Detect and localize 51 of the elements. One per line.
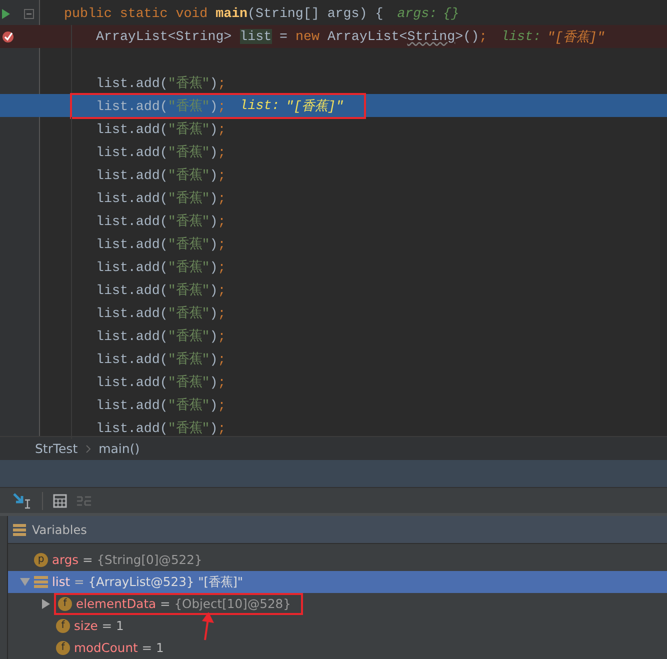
code-line: list.add("香蕉"); — [96, 420, 226, 436]
code-line: ArrayList<String> list = new ArrayList<String>(); — [96, 29, 488, 44]
code-line: list.add("香蕉"); — [96, 396, 226, 414]
code-line: list.add("香蕉"); — [96, 166, 226, 184]
code-line: list.add("香蕉"); — [96, 374, 226, 390]
variable-entry: elementData = {Object[10]@528} — [76, 597, 291, 611]
code-line: list.add("香蕉"); — [96, 212, 226, 230]
collapsed-arrow-icon[interactable] — [42, 599, 50, 609]
inline-value: "[香蕉]" — [286, 98, 344, 114]
variable-entry: args = {String[0]@522} — [52, 553, 202, 567]
tree-row[interactable]: f modCount = 1 — [8, 637, 667, 659]
code-line: list.add("香蕉"); — [96, 190, 226, 206]
code-line: list.add("香蕉"); — [96, 120, 226, 138]
tree-row[interactable]: f elementData = {Object[10]@528} — [8, 593, 667, 615]
variable-entry: modCount = 1 — [74, 641, 164, 655]
breadcrumb[interactable]: main() — [98, 441, 140, 456]
variable-entry: size = 1 — [74, 619, 124, 633]
code-line: list.add("香蕉"); — [96, 98, 226, 114]
inline-value-label: list: — [501, 29, 541, 44]
panel-title: Variables — [32, 522, 87, 536]
inline-value: "[香蕉]" — [546, 28, 605, 46]
code-line: list.add("香蕉"); — [96, 350, 226, 368]
run-icon[interactable] — [2, 8, 10, 18]
fold-icon[interactable] — [24, 8, 34, 18]
code-line: list.add("香蕉"); — [96, 258, 226, 276]
code-line: list.add("香蕉"); — [96, 304, 226, 322]
code-line: list.add("香蕉"); — [96, 282, 226, 298]
tree-row[interactable]: list = {ArrayList@523} "[香蕉]" — [8, 571, 667, 593]
tree-row[interactable]: p args = {String[0]@522} — [8, 549, 667, 571]
cursor-arrow-icon[interactable] — [12, 492, 32, 510]
tree-row[interactable]: f size = 1 — [8, 615, 667, 637]
code-line: list.add("香蕉"); — [96, 328, 226, 344]
table-icon[interactable] — [53, 494, 67, 508]
stack-icon — [13, 524, 26, 536]
inline-value-label: args: — [397, 6, 438, 21]
field-badge: f — [58, 597, 72, 611]
field-badge: f — [56, 641, 70, 655]
parameter-badge: p — [34, 553, 48, 567]
code-line: list.add("香蕉"); — [96, 236, 226, 252]
chevron-icon — [86, 444, 91, 452]
code-line: list.add("香蕉"); — [96, 74, 226, 92]
variable-entry: list = {ArrayList@523} "[香蕉]" — [52, 574, 244, 590]
inline-value: {} — [443, 6, 460, 21]
stack-icon — [34, 576, 48, 588]
breadcrumb[interactable]: StrTest — [35, 441, 78, 456]
breakpoint-icon[interactable] — [2, 30, 14, 42]
code-line: list.add("香蕉"); — [96, 144, 226, 160]
field-badge: f — [56, 619, 70, 633]
code-line: public static void main(String[] args) { — [64, 6, 384, 21]
annotation-arrow — [199, 611, 215, 641]
inline-value-label: list: — [240, 98, 280, 113]
